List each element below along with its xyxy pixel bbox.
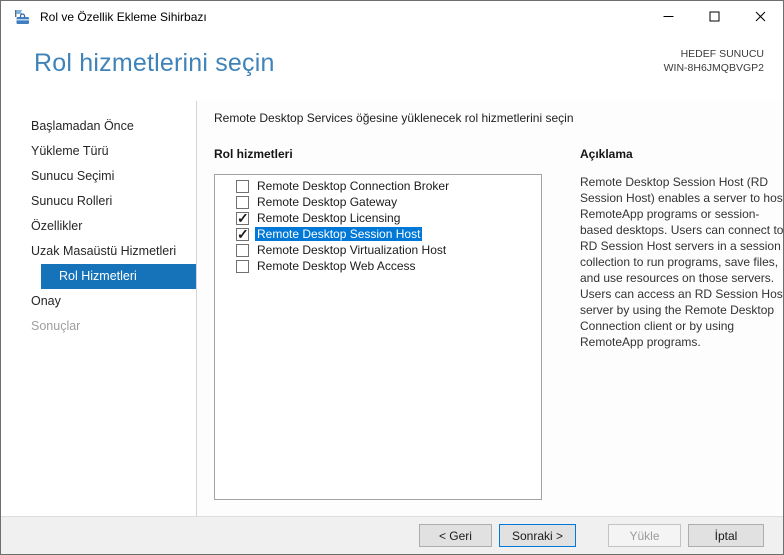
sidebar-item-ozellikler[interactable]: Özellikler [1,214,196,239]
server-manager-toolbox-icon [13,9,31,25]
sidebar-item-yukleme-turu[interactable]: Yükleme Türü [1,139,196,164]
checkbox-connection-broker[interactable] [236,180,249,193]
role-service-row-licensing[interactable]: Remote Desktop Licensing [215,210,541,226]
wizard-content: Remote Desktop Services öğesine yüklenec… [197,101,784,516]
role-service-label[interactable]: Remote Desktop Session Host [255,227,422,241]
target-server-label: HEDEF SUNUCU [664,47,764,61]
checkbox-licensing[interactable] [236,212,249,225]
window-title: Rol ve Özellik Ekleme Sihirbazı [40,10,207,24]
wizard-header: Rol hizmetlerini seçin HEDEF SUNUCU WIN-… [1,32,783,101]
sidebar-item-uzak-masaustu-hizmetleri[interactable]: Uzak Masaüstü Hizmetleri [1,239,196,264]
role-service-label[interactable]: Remote Desktop Web Access [255,259,418,273]
role-service-label[interactable]: Remote Desktop Licensing [255,211,402,225]
role-service-row-virtualization-host[interactable]: Remote Desktop Virtualization Host [215,242,541,258]
maximize-button[interactable] [691,1,737,32]
wizard-footer: < Geri Sonraki > Yükle İptal [1,516,783,554]
role-service-row-web-access[interactable]: Remote Desktop Web Access [215,258,541,274]
role-services-listbox: Remote Desktop Connection Broker Remote … [214,174,542,500]
role-service-label[interactable]: Remote Desktop Connection Broker [255,179,451,193]
page-title: Rol hizmetlerini seçin [34,49,275,101]
sidebar-item-sonuclar: Sonuçlar [1,314,196,339]
role-service-label[interactable]: Remote Desktop Gateway [255,195,399,209]
back-button[interactable]: < Geri [419,524,492,547]
role-services-column: Rol hizmetleri Remote Desktop Connection… [214,147,561,500]
minimize-button[interactable] [645,1,691,32]
window-controls [645,1,783,32]
checkbox-session-host[interactable] [236,228,249,241]
sidebar-item-sunucu-rolleri[interactable]: Sunucu Rolleri [1,189,196,214]
role-service-row-connection-broker[interactable]: Remote Desktop Connection Broker [215,178,541,194]
wizard-steps-sidebar: Başlamadan Önce Yükleme Türü Sunucu Seçi… [1,101,197,516]
sidebar-item-onay[interactable]: Onay [1,289,196,314]
role-service-row-gateway[interactable]: Remote Desktop Gateway [215,194,541,210]
cancel-button[interactable]: İptal [688,524,764,547]
title-bar: Rol ve Özellik Ekleme Sihirbazı [1,1,783,32]
target-server-block: HEDEF SUNUCU WIN-8H6JMQBVGP2 [664,47,764,101]
sidebar-item-baslamadan-once[interactable]: Başlamadan Önce [1,114,196,139]
role-service-label[interactable]: Remote Desktop Virtualization Host [255,243,448,257]
sidebar-item-sunucu-secimi[interactable]: Sunucu Seçimi [1,164,196,189]
checkbox-virtualization-host[interactable] [236,244,249,257]
description-text: Remote Desktop Session Host (RD Session … [580,174,784,350]
checkbox-gateway[interactable] [236,196,249,209]
description-title: Açıklama [580,147,784,161]
wizard-body: Başlamadan Önce Yükleme Türü Sunucu Seçi… [1,101,783,516]
install-button: Yükle [608,524,681,547]
role-services-list-title: Rol hizmetleri [214,147,561,161]
checkbox-web-access[interactable] [236,260,249,273]
close-button[interactable] [737,1,783,32]
role-service-row-session-host[interactable]: Remote Desktop Session Host [215,226,541,242]
sidebar-item-rol-hizmetleri[interactable]: Rol Hizmetleri [41,264,196,289]
description-column: Açıklama Remote Desktop Session Host (RD… [580,147,784,500]
wizard-window: Rol ve Özellik Ekleme Sihirbazı Rol hizm… [0,0,784,555]
target-server-name: WIN-8H6JMQBVGP2 [664,61,764,75]
next-button[interactable]: Sonraki > [499,524,576,547]
content-subtitle: Remote Desktop Services öğesine yüklenec… [214,111,784,125]
